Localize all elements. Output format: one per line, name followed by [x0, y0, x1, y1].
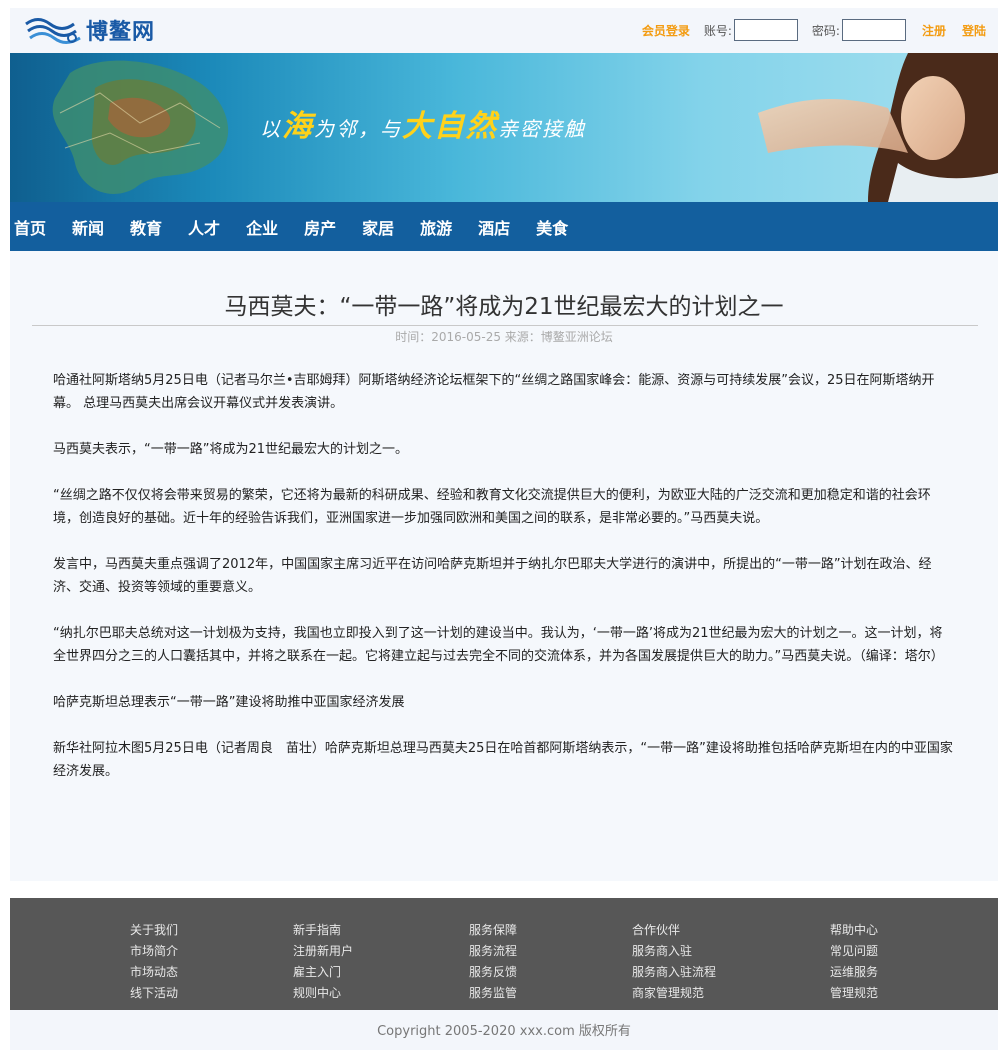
- nav-item-home-furnishing[interactable]: 家居: [362, 215, 394, 239]
- article-paragraph: 哈萨克斯坦总理表示“一带一路”建设将助推中亚国家经济发展: [53, 695, 405, 710]
- account-label: 账号:: [703, 23, 732, 38]
- footer-link[interactable]: 商家管理规范: [632, 983, 716, 1004]
- nav-item-travel[interactable]: 旅游: [420, 215, 452, 239]
- footer-link[interactable]: 运维服务: [830, 962, 878, 983]
- password-label: 密码:: [811, 23, 840, 38]
- register-link[interactable]: 注册: [922, 22, 946, 39]
- article-paragraph: 发言中，马西莫夫重点强调了2012年，中国国家主席习近平在访问哈萨克斯坦并于纳扎…: [53, 557, 932, 595]
- footer-link[interactable]: 市场动态: [130, 962, 178, 983]
- site-logo[interactable]: 博鳌网: [24, 14, 155, 46]
- article-meta: 时间：2016-05-25 来源：博鳌亚洲论坛: [395, 330, 613, 344]
- footer-link[interactable]: 关于我们: [130, 920, 178, 941]
- article-title: 马西莫夫：“一带一路”将成为21世纪最宏大的计划之一: [224, 294, 784, 320]
- footer-link[interactable]: 新手指南: [293, 920, 353, 941]
- login-link[interactable]: 登陆: [962, 22, 986, 39]
- nav-item-enterprise[interactable]: 企业: [246, 215, 278, 239]
- footer-link[interactable]: 规则中心: [293, 983, 353, 1004]
- footer-link[interactable]: 注册新用户: [293, 941, 353, 962]
- nav-item-news[interactable]: 新闻: [72, 215, 104, 239]
- article-paragraph: “丝绸之路不仅仅将会带来贸易的繁荣，它还将为最新的科研成果、经验和教育文化交流提…: [53, 488, 931, 526]
- top-bar: 博鳌网 会员登录 账号: 密码: 注册 登陆: [10, 8, 998, 53]
- banner-slogan: 以海为邻，与大自然亲密接触: [260, 109, 586, 144]
- footer-link[interactable]: 服务保障: [469, 920, 517, 941]
- copyright: Copyright 2005-2020 xxx.com 版权所有: [10, 1010, 998, 1050]
- footer-link[interactable]: 服务反馈: [469, 962, 517, 983]
- article-paragraph: 马西莫夫表示，“一带一路”将成为21世纪最宏大的计划之一。: [53, 442, 409, 457]
- footer-link[interactable]: 服务流程: [469, 941, 517, 962]
- article-paragraph: 新华社阿拉木图5月25日电（记者周良 苗壮）哈萨克斯坦总理马西莫夫25日在哈首都…: [53, 741, 953, 779]
- member-login-label: 会员登录: [641, 23, 690, 38]
- article-body: 哈通社阿斯塔纳5月25日电（记者马尔兰•吉耶姆拜）阿斯塔纳经济论坛框架下的“丝绸…: [53, 369, 953, 806]
- footer-column-about: 关于我们 市场简介 市场动态 线下活动: [130, 920, 178, 1004]
- nav-item-home[interactable]: 首页: [14, 215, 46, 239]
- banner: 以海为邻，与大自然亲密接触: [10, 53, 998, 202]
- footer-link[interactable]: 服务商入驻流程: [632, 962, 716, 983]
- map-illustration: [52, 60, 229, 194]
- footer-link[interactable]: 服务商入驻: [632, 941, 716, 962]
- article-paragraph: 哈通社阿斯塔纳5月25日电（记者马尔兰•吉耶姆拜）阿斯塔纳经济论坛框架下的“丝绸…: [53, 373, 935, 411]
- woman-photo: [758, 53, 998, 202]
- wave-logo-icon: [25, 18, 81, 44]
- nav-item-education[interactable]: 教育: [130, 215, 162, 239]
- main-nav: 首页 新闻 教育 人才 企业 房产 家居 旅游 酒店 美食: [10, 202, 998, 251]
- nav-item-food[interactable]: 美食: [536, 215, 568, 239]
- footer-link[interactable]: 帮助中心: [830, 920, 878, 941]
- footer-link[interactable]: 常见问题: [830, 941, 878, 962]
- password-input[interactable]: [841, 19, 906, 41]
- footer-link[interactable]: 合作伙伴: [632, 920, 716, 941]
- title-divider: [32, 325, 978, 326]
- nav-item-hotel[interactable]: 酒店: [478, 215, 510, 239]
- footer-column-help: 帮助中心 常见问题 运维服务 管理规范: [830, 920, 878, 1004]
- login-form: 会员登录 账号: 密码: 注册 登陆: [642, 19, 986, 41]
- footer-link[interactable]: 线下活动: [130, 983, 178, 1004]
- nav-item-talent[interactable]: 人才: [188, 215, 220, 239]
- footer-column-service: 服务保障 服务流程 服务反馈 服务监管: [469, 920, 517, 1004]
- footer-link[interactable]: 市场简介: [130, 941, 178, 962]
- article-paragraph: “纳扎尔巴耶夫总统对这一计划极为支持，我国也立即投入到了这一计划的建设当中。我认…: [53, 626, 944, 664]
- logo-text: 博鳌网: [86, 19, 156, 45]
- nav-item-real-estate[interactable]: 房产: [304, 215, 336, 239]
- footer-column-partners: 合作伙伴 服务商入驻 服务商入驻流程 商家管理规范: [632, 920, 716, 1004]
- footer: 关于我们 市场简介 市场动态 线下活动 新手指南 注册新用户 雇主入门 规则中心…: [10, 898, 998, 1010]
- article: 马西莫夫：“一带一路”将成为21世纪最宏大的计划之一 时间：2016-05-25…: [10, 251, 998, 881]
- footer-link[interactable]: 服务监管: [469, 983, 517, 1004]
- footer-link[interactable]: 雇主入门: [293, 962, 353, 983]
- footer-link[interactable]: 管理规范: [830, 983, 878, 1004]
- account-input[interactable]: [733, 19, 798, 41]
- footer-column-guide: 新手指南 注册新用户 雇主入门 规则中心: [293, 920, 353, 1004]
